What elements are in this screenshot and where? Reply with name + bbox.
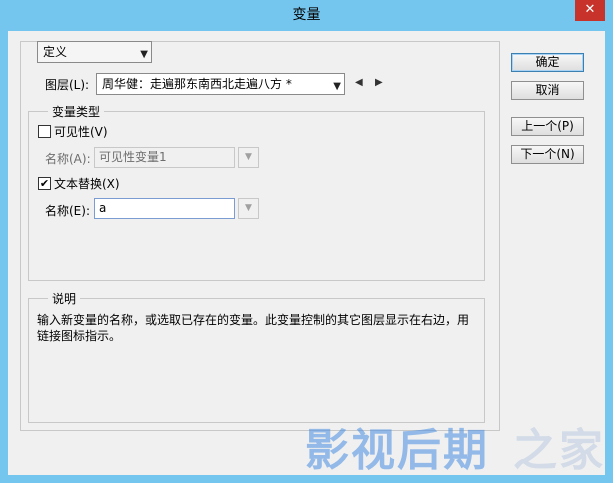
text-replace-checkbox[interactable]: ✔ — [38, 177, 51, 190]
watermark-text-primary: 影视后期 — [305, 425, 489, 476]
previous-layer-arrow-icon[interactable]: ◀ — [355, 77, 363, 88]
next-button[interactable]: 下一个(N) — [511, 145, 584, 164]
watermark-text-secondary: 之家 — [513, 425, 605, 476]
chevron-down-icon: ▼ — [245, 152, 252, 162]
text-replace-name-field[interactable]: a — [94, 198, 235, 219]
visibility-name-field[interactable]: 可见性变量1 — [94, 147, 235, 168]
layer-dropdown[interactable]: 周华健：走遍那东南西北走遍八方 * ▼ — [96, 73, 345, 95]
layer-label: 图层(L): — [45, 78, 90, 92]
text-replace-checkbox-label: 文本替换(X) — [54, 177, 120, 191]
visibility-checkbox-label: 可见性(V) — [54, 125, 108, 139]
close-icon: ✕ — [584, 2, 596, 17]
ok-button[interactable]: 确定 — [511, 53, 584, 72]
chevron-down-icon: ▼ — [333, 81, 341, 92]
previous-button[interactable]: 上一个(P) — [511, 117, 584, 136]
visibility-name-dropdown[interactable]: ▼ — [238, 147, 259, 168]
definition-mode-value: 定义 — [43, 45, 68, 59]
chevron-down-icon: ▼ — [140, 49, 148, 60]
window-title: 变量 — [292, 7, 321, 23]
definition-mode-dropdown[interactable]: 定义 ▼ — [37, 41, 152, 63]
visibility-name-label: 名称(A): — [45, 152, 91, 166]
chevron-down-icon: ▼ — [245, 203, 252, 213]
description-line-1: 输入新变量的名称，或选取已存在的变量。此变量控制的其它图层显示在右边，用 — [37, 313, 470, 327]
description-legend: 说明 — [48, 290, 81, 307]
variable-type-legend: 变量类型 — [48, 103, 105, 120]
dialog-window: 变量 ✕ 定义 ▼ 图层(L): 周华健：走遍那东南西北走遍八方 * ▼ ◀ ▶… — [0, 0, 613, 483]
visibility-checkbox[interactable] — [38, 125, 51, 138]
cancel-button[interactable]: 取消 — [511, 81, 584, 100]
layer-value: 周华健：走遍那东南西北走遍八方 * — [102, 77, 292, 91]
next-layer-arrow-icon[interactable]: ▶ — [375, 77, 383, 88]
text-replace-name-dropdown[interactable]: ▼ — [238, 198, 259, 219]
close-button[interactable]: ✕ — [575, 0, 605, 21]
description-line-2: 链接图标指示。 — [37, 329, 122, 343]
text-replace-name-label: 名称(E): — [45, 204, 90, 218]
dialog-client-area: 定义 ▼ 图层(L): 周华健：走遍那东南西北走遍八方 * ▼ ◀ ▶ 变量类型… — [8, 31, 605, 476]
